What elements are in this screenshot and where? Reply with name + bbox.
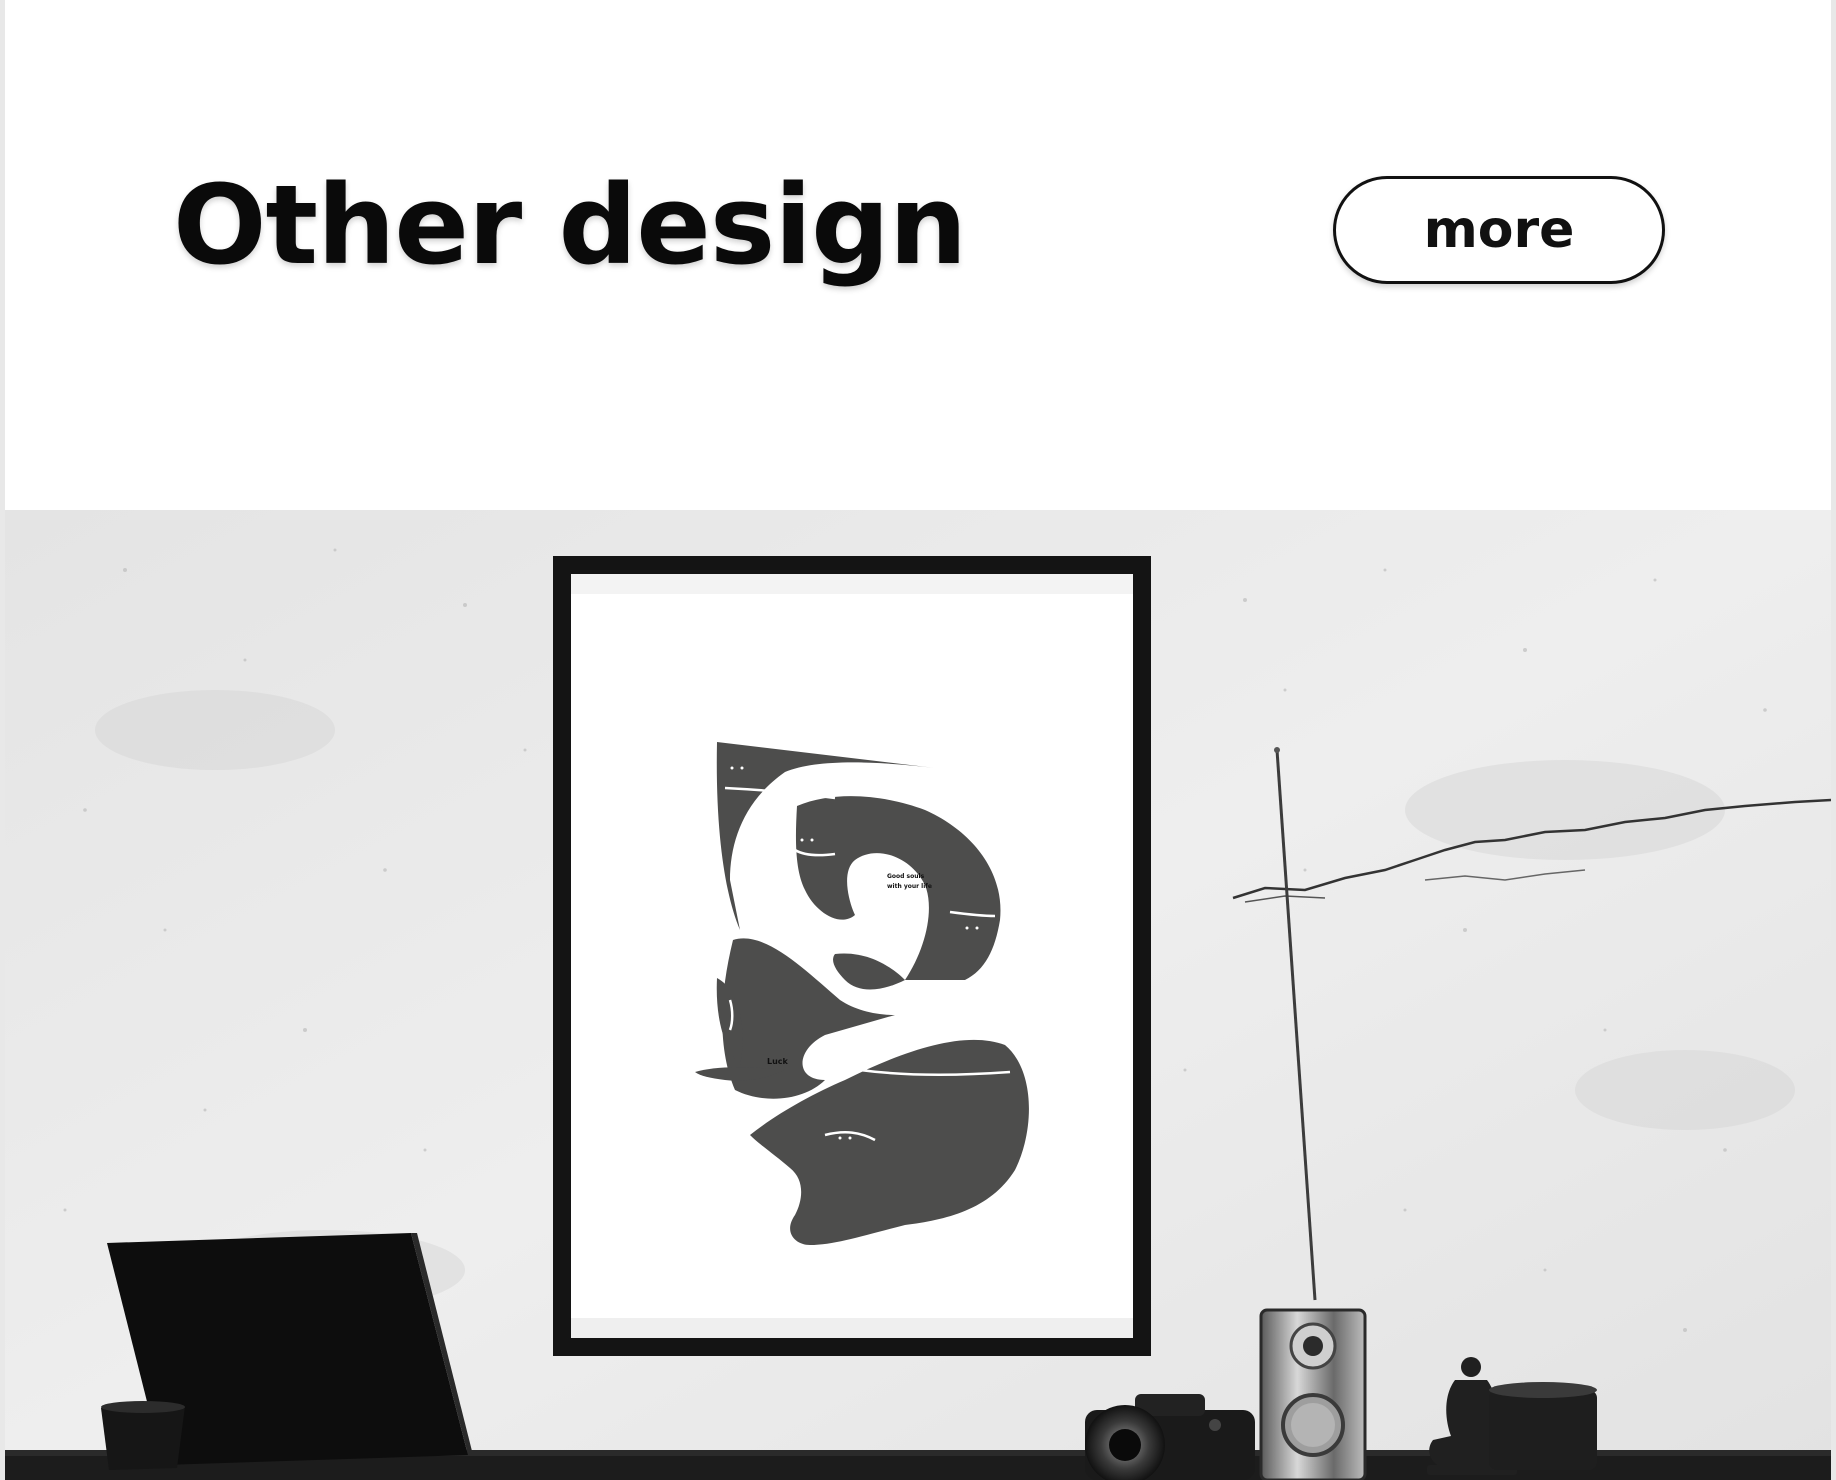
- poster-caption-line1: Good souls: [887, 873, 925, 880]
- poster-caption-line2: with your life: [887, 883, 932, 890]
- retro-radio: [1259, 1308, 1367, 1480]
- page-right-border: [1831, 0, 1836, 1480]
- section-header: Other design more: [5, 0, 1831, 510]
- design-section: Other design more Good souls with your l…: [0, 0, 1836, 1480]
- more-button[interactable]: more: [1333, 176, 1665, 284]
- section-title: Other design: [173, 161, 967, 289]
- dark-jar: [1489, 1382, 1597, 1470]
- mockup-scene: Good souls with your life Luck: [5, 510, 1831, 1480]
- design-mockup-image[interactable]: Good souls with your life Luck: [5, 510, 1831, 1480]
- cup: [101, 1406, 185, 1470]
- poster-signature: Luck: [767, 1057, 789, 1066]
